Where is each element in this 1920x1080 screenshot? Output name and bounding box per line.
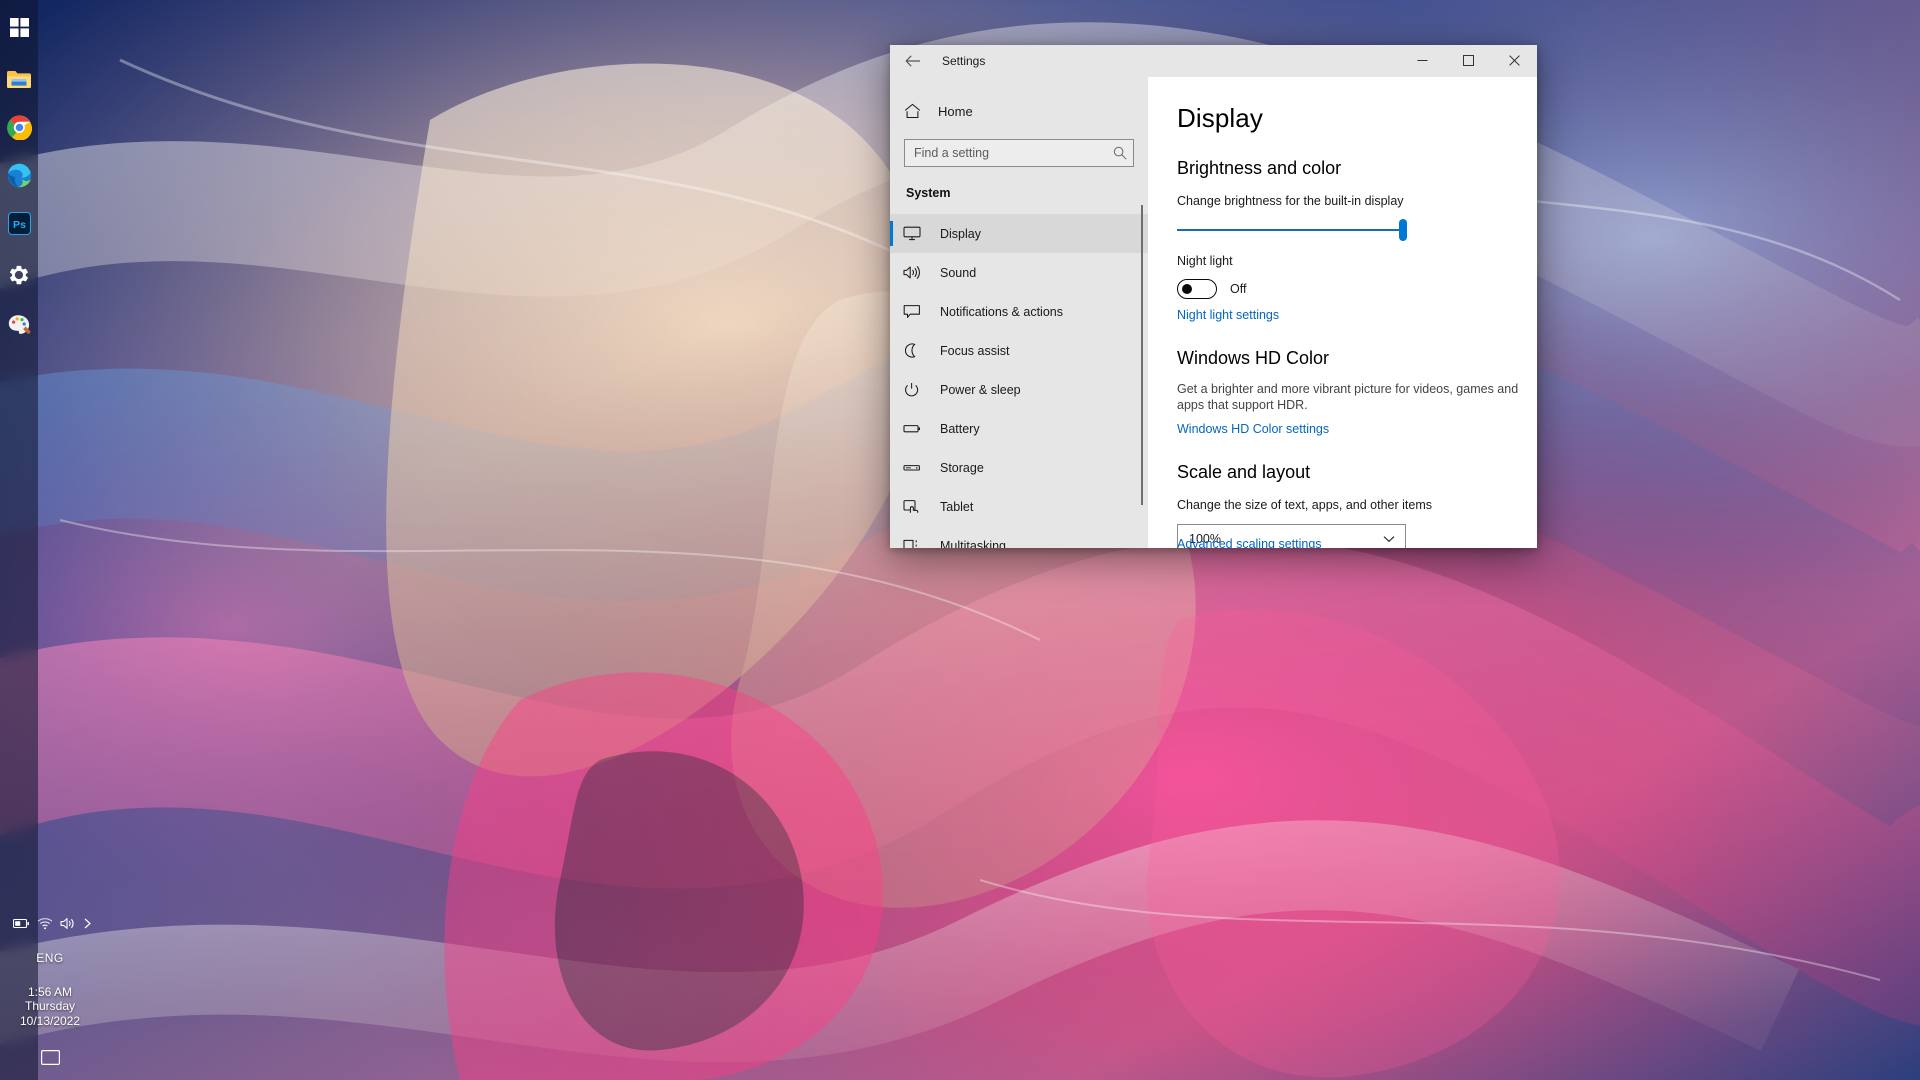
- brightness-section-heading: Brightness and color: [1177, 158, 1342, 178]
- home-icon: [904, 103, 934, 119]
- sidebar-item-label: Sound: [940, 265, 977, 280]
- sidebar-item-label: Multitasking: [940, 538, 1006, 549]
- sidebar-item-focus-assist[interactable]: Focus assist: [890, 331, 1148, 370]
- brightness-slider-track: [1177, 229, 1407, 231]
- power-icon: [903, 382, 933, 397]
- wifi-icon[interactable]: [37, 917, 53, 930]
- back-arrow-icon: [905, 55, 920, 67]
- paint-icon[interactable]: [2, 302, 36, 348]
- battery-icon[interactable]: [12, 918, 30, 929]
- window-titlebar: Settings: [890, 45, 1537, 77]
- minimize-icon: [1417, 60, 1427, 61]
- storage-icon: [903, 460, 933, 475]
- search-icon[interactable]: [1113, 140, 1127, 166]
- night-light-toggle[interactable]: [1177, 279, 1217, 299]
- close-button[interactable]: [1491, 45, 1537, 76]
- advanced-scaling-settings-link[interactable]: Advanced scaling settings: [1177, 537, 1322, 548]
- svg-text:Ps: Ps: [13, 218, 26, 230]
- battery-icon: [903, 421, 933, 436]
- window-title: Settings: [942, 54, 986, 68]
- multitasking-icon: [903, 538, 933, 548]
- back-button[interactable]: [894, 45, 932, 77]
- taskbar: Ps ENG 1:56 AM Thursday 10/13/2022: [0, 0, 91, 1080]
- clock[interactable]: 1:56 AM Thursday 10/13/2022: [20, 985, 80, 1029]
- settings-gear-icon[interactable]: [2, 252, 36, 298]
- night-light-settings-link[interactable]: Night light settings: [1177, 308, 1279, 322]
- moon-icon: [903, 343, 933, 358]
- sidebar-item-battery[interactable]: Battery: [890, 409, 1148, 448]
- sidebar-item-label: Battery: [940, 421, 980, 436]
- sidebar-item-label: Focus assist: [940, 343, 1010, 358]
- photoshop-icon[interactable]: Ps: [2, 200, 36, 246]
- google-chrome-icon[interactable]: [2, 104, 36, 150]
- nav-item-list: Display Sound Notifications & actions Fo…: [890, 214, 1148, 548]
- task-view-icon: [40, 1050, 60, 1066]
- notification-icon: [903, 304, 933, 319]
- settings-window: Settings Home Find a setting System Disp…: [890, 45, 1537, 548]
- task-view-button[interactable]: [40, 1050, 60, 1070]
- nav-section-title: System: [906, 186, 951, 200]
- search-input[interactable]: [905, 140, 1133, 166]
- chevron-right-icon[interactable]: [83, 917, 92, 930]
- sidebar-item-power-sleep[interactable]: Power & sleep: [890, 370, 1148, 409]
- brightness-slider-label: Change brightness for the built-in displ…: [1177, 194, 1404, 208]
- sidebar-item-notifications[interactable]: Notifications & actions: [890, 292, 1148, 331]
- page-title: Display: [1177, 103, 1263, 133]
- toggle-knob: [1182, 284, 1192, 294]
- microsoft-edge-icon[interactable]: [2, 152, 36, 198]
- scale-section-heading: Scale and layout: [1177, 462, 1311, 482]
- nav-home-label: Home: [938, 103, 973, 119]
- window-controls: [1399, 45, 1537, 76]
- hd-color-settings-link[interactable]: Windows HD Color settings: [1177, 422, 1329, 436]
- minimize-button[interactable]: [1399, 45, 1445, 76]
- clock-time: 1:56 AM: [27, 984, 73, 999]
- sidebar-item-storage[interactable]: Storage: [890, 448, 1148, 487]
- maximize-icon: [1462, 55, 1474, 66]
- sidebar-item-multitasking[interactable]: Multitasking: [890, 526, 1148, 548]
- hd-color-description: Get a brighter and more vibrant picture …: [1177, 382, 1519, 412]
- sidebar-item-sound[interactable]: Sound: [890, 253, 1148, 292]
- file-explorer-icon[interactable]: [2, 56, 36, 102]
- nav-scrollbar[interactable]: [1136, 205, 1148, 505]
- sidebar-item-display[interactable]: Display: [890, 214, 1148, 253]
- monitor-icon: [903, 226, 933, 241]
- system-tray: ENG 1:56 AM Thursday 10/13/2022: [0, 911, 100, 1080]
- search-box[interactable]: [904, 139, 1134, 167]
- settings-content-pane: Display Brightness and color Change brig…: [1148, 77, 1537, 548]
- brightness-slider[interactable]: [1177, 219, 1407, 241]
- chevron-down-icon: [1383, 530, 1395, 548]
- start-button[interactable]: [2, 4, 36, 50]
- night-light-state: Off: [1230, 282, 1247, 296]
- nav-scrollbar-thumb[interactable]: [1141, 205, 1143, 505]
- volume-icon[interactable]: [59, 917, 76, 930]
- windows-logo-icon: [9, 17, 29, 37]
- sidebar-item-label: Notifications & actions: [940, 304, 1063, 319]
- scale-dropdown-label: Change the size of text, apps, and other…: [1177, 498, 1433, 512]
- night-light-toggle-row: Off: [1177, 279, 1537, 299]
- sidebar-item-label: Storage: [940, 460, 984, 475]
- search-container: [890, 129, 1148, 167]
- settings-navigation-pane: Home System: [890, 77, 1148, 548]
- language-indicator[interactable]: ENG: [36, 951, 64, 965]
- clock-day: Thursday: [24, 999, 76, 1013]
- speaker-icon: [903, 265, 933, 280]
- close-icon: [1508, 55, 1520, 66]
- sidebar-item-label: Display: [940, 226, 981, 241]
- nav-item-home[interactable]: Home: [890, 93, 1148, 129]
- maximize-button[interactable]: [1445, 45, 1491, 76]
- hd-color-section-heading: Windows HD Color: [1177, 348, 1330, 368]
- sidebar-item-label: Tablet: [940, 499, 974, 514]
- night-light-label: Night light: [1177, 254, 1233, 268]
- clock-date: 10/13/2022: [19, 1013, 81, 1028]
- tablet-icon: [903, 499, 933, 514]
- sidebar-item-label: Power & sleep: [940, 382, 1021, 397]
- sidebar-item-tablet[interactable]: Tablet: [890, 487, 1148, 526]
- brightness-slider-thumb[interactable]: [1399, 219, 1407, 241]
